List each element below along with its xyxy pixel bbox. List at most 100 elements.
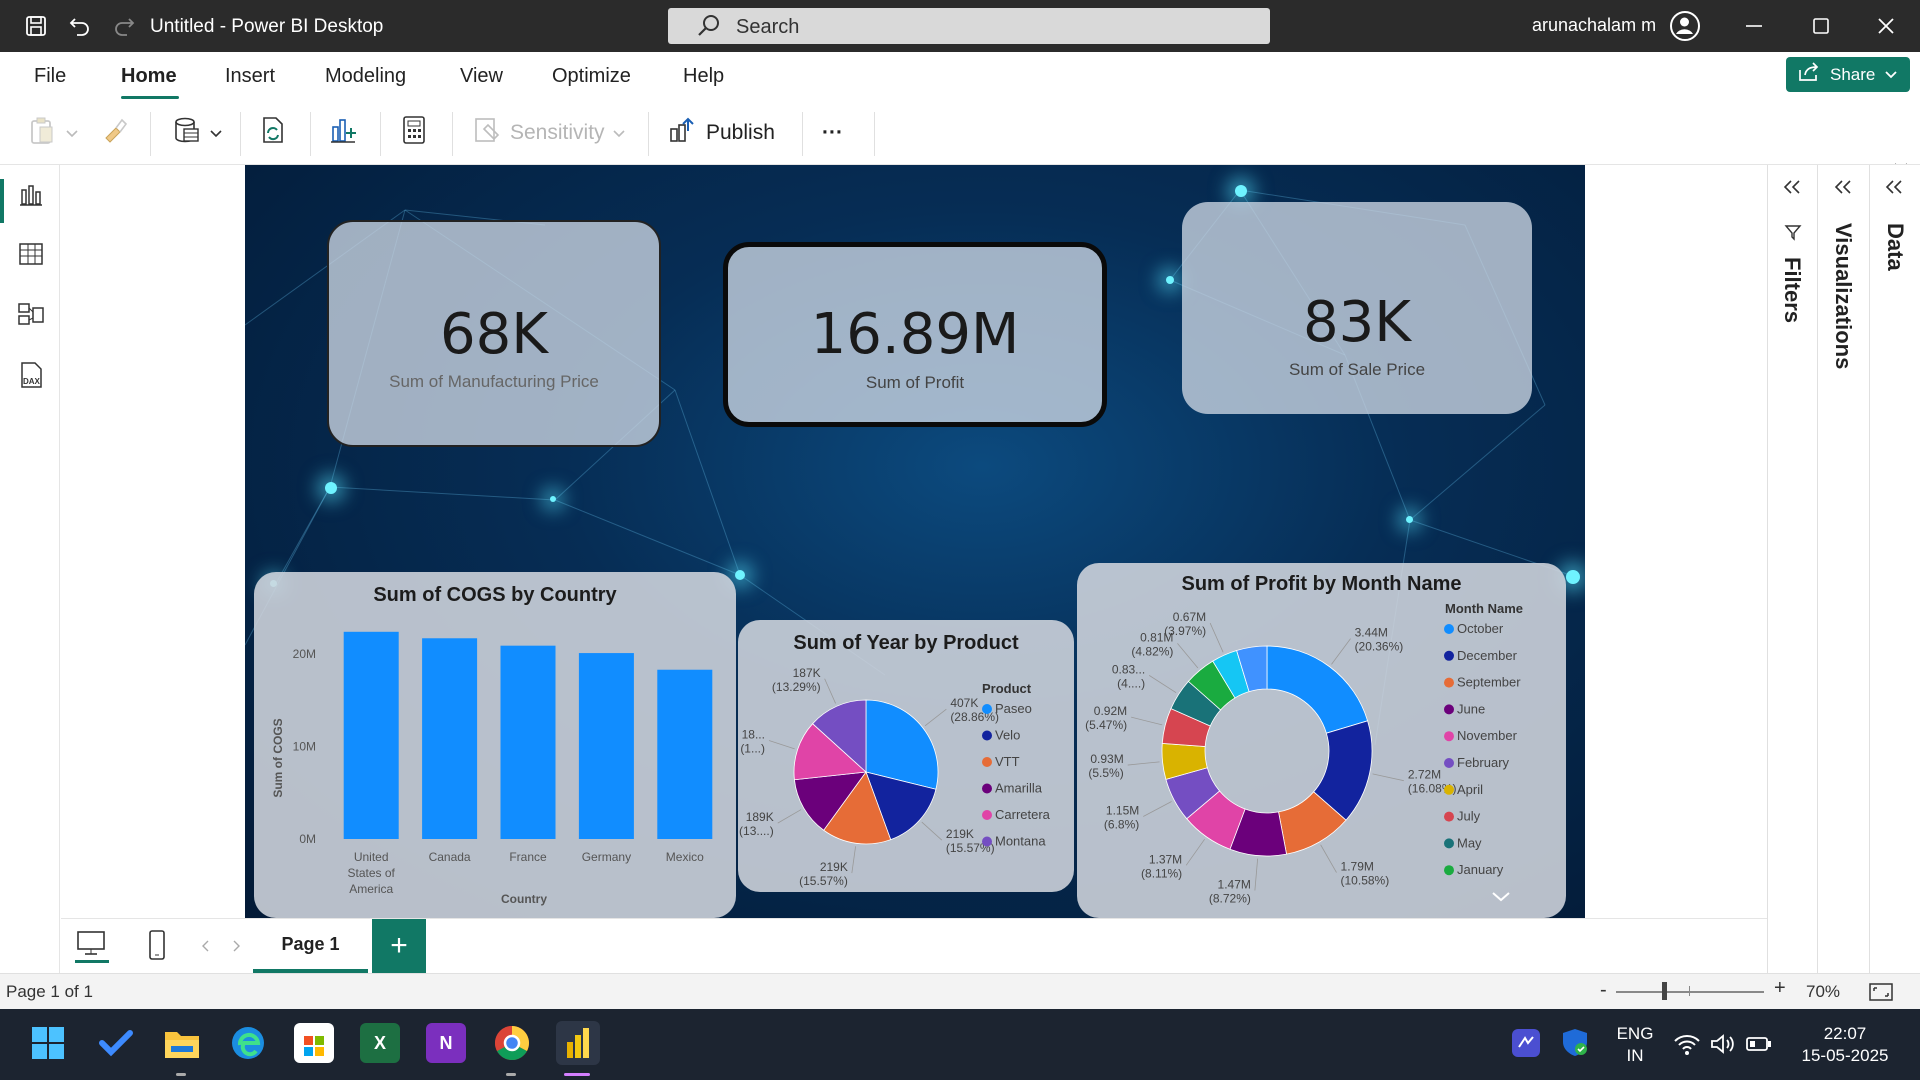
page-next-icon[interactable] — [231, 939, 241, 958]
leader-line — [851, 846, 856, 874]
new-measure-button[interactable] — [400, 114, 428, 152]
donut-chart-visual[interactable]: Sum of Profit by Month Name 3.44M (20.36%… — [1077, 563, 1566, 918]
tab-modeling[interactable]: Modeling — [325, 65, 406, 88]
mobile-layout-icon[interactable] — [147, 929, 167, 966]
window-title: Untitled - Power BI Desktop — [150, 16, 384, 37]
expand-icon[interactable] — [1884, 179, 1904, 200]
leader-line — [777, 809, 802, 824]
leader-line — [768, 740, 795, 750]
teams-tray-icon[interactable] — [1512, 1029, 1540, 1057]
filters-pane[interactable]: Filters — [1767, 165, 1817, 973]
data-label: 1.79M (10.58%) — [1341, 860, 1390, 888]
wifi-icon[interactable] — [1672, 1029, 1702, 1059]
clock[interactable]: 22:07 15-05-2025 — [1790, 1023, 1900, 1067]
data-pane[interactable]: Data — [1869, 165, 1920, 973]
pie-chart-visual[interactable]: Sum of Year by Product 407K (28.86%) 219K(… — [738, 620, 1074, 892]
legend-marker — [982, 730, 992, 741]
add-page-button[interactable]: + — [372, 919, 426, 973]
tab-help[interactable]: Help — [683, 65, 724, 88]
excel-icon[interactable]: X — [360, 1023, 400, 1063]
user-name[interactable]: arunachalam m — [1532, 15, 1656, 36]
edge-icon[interactable] — [228, 1023, 268, 1063]
legend-marker — [1444, 704, 1454, 715]
maximize-icon[interactable] — [1809, 14, 1833, 38]
powerbi-taskbar-icon[interactable] — [556, 1021, 600, 1065]
redo-icon[interactable] — [110, 12, 138, 40]
close-icon[interactable] — [1874, 14, 1898, 38]
zoom-level[interactable]: 70% — [1806, 982, 1840, 1002]
page-tab-1[interactable]: Page 1 — [253, 919, 368, 973]
tab-optimize[interactable]: Optimize — [552, 65, 631, 88]
sensitivity-button[interactable]: Sensitivity — [472, 114, 625, 152]
legend-item: November — [1457, 728, 1518, 743]
kpi-card-manufacturing-price[interactable]: 68K Sum of Manufacturing Price — [327, 220, 661, 447]
status-bar: Page 1 of 1 - + 70% — [0, 973, 1920, 1009]
language-indicator[interactable]: ENG IN — [1610, 1023, 1660, 1067]
battery-icon[interactable] — [1744, 1029, 1774, 1059]
windows-start-icon[interactable] — [28, 1023, 68, 1063]
volume-icon[interactable] — [1708, 1029, 1738, 1059]
more-options-button[interactable]: ··· — [822, 114, 843, 152]
zoom-in-button[interactable]: + — [1774, 977, 1786, 1000]
tab-view[interactable]: View — [460, 65, 503, 88]
bar — [422, 638, 478, 839]
x-tick-label: France — [509, 850, 547, 864]
expand-icon[interactable] — [1782, 179, 1802, 200]
zoom-slider-thumb[interactable] — [1662, 982, 1667, 1000]
publish-icon — [668, 115, 698, 151]
legend-item: Paseo — [995, 701, 1032, 716]
bar-chart-visual[interactable]: Sum of COGS by Country 0M 10M 20M Sum of CO… — [254, 572, 736, 918]
pie-chart-svg: 407K (28.86%)219K (15.57%)219K (15.57%)189K… — [739, 666, 1051, 888]
refresh-button[interactable] — [258, 114, 288, 152]
legend-marker — [982, 783, 992, 794]
x-axis-title: Country — [501, 892, 547, 906]
kpi-card-profit[interactable]: 16.89M Sum of Profit — [723, 242, 1107, 427]
page-prev-icon[interactable] — [201, 939, 211, 958]
new-visual-button[interactable] — [328, 114, 358, 152]
store-icon[interactable] — [294, 1023, 334, 1063]
title-bar: Untitled - Power BI Desktop Search aruna… — [0, 0, 1920, 52]
share-label: Share — [1830, 64, 1876, 84]
taskbar: X N ENG IN 22:07 15-05-2025 — [0, 1009, 1920, 1080]
legend-item: Velo — [995, 728, 1020, 743]
search-box[interactable]: Search — [668, 8, 1270, 44]
undo-icon[interactable] — [66, 12, 94, 40]
kpi-card-sale-price[interactable]: 83K Sum of Sale Price — [1182, 202, 1532, 414]
zoom-out-button[interactable]: - — [1600, 979, 1607, 1002]
data-label: 0.93M (5.5%) — [1088, 752, 1123, 780]
kpi-value: 68K — [440, 302, 548, 367]
table-view-icon[interactable] — [17, 240, 45, 268]
minimize-icon[interactable] — [1742, 14, 1766, 38]
avatar[interactable] — [1670, 11, 1700, 41]
tab-file[interactable]: File — [34, 65, 66, 88]
fit-to-page-icon[interactable] — [1868, 981, 1894, 1008]
tab-insert[interactable]: Insert — [225, 65, 275, 88]
format-painter-button[interactable] — [100, 114, 128, 152]
legend-marker — [1444, 624, 1454, 634]
desktop-layout-icon[interactable] — [75, 929, 109, 963]
legend-item: April — [1457, 782, 1483, 797]
file-explorer-icon[interactable] — [162, 1023, 202, 1063]
legend-item: Amarilla — [995, 781, 1043, 796]
ribbon: Sensitivity Publish ··· — [0, 104, 1920, 172]
y-tick-label: 0M — [299, 832, 316, 846]
report-view-icon[interactable] — [17, 180, 45, 208]
zoom-slider[interactable] — [1616, 991, 1764, 993]
share-button[interactable]: Share — [1786, 57, 1910, 92]
bar — [500, 645, 556, 839]
visualizations-pane[interactable]: Visualizations — [1817, 165, 1869, 973]
visualizations-label: Visualizations — [1831, 223, 1856, 370]
security-tray-icon[interactable] — [1560, 1027, 1590, 1057]
legend-item: September — [1457, 675, 1521, 690]
tab-home[interactable]: Home — [121, 65, 177, 88]
todo-icon[interactable] — [96, 1023, 136, 1063]
paste-button[interactable] — [28, 114, 78, 152]
expand-icon[interactable] — [1833, 179, 1853, 200]
publish-button[interactable]: Publish — [668, 114, 775, 152]
onenote-icon[interactable]: N — [426, 1023, 466, 1063]
chrome-icon[interactable] — [492, 1023, 532, 1063]
model-view-icon[interactable] — [17, 300, 45, 328]
save-icon[interactable] — [22, 12, 50, 40]
dax-query-icon[interactable]: DAX — [17, 360, 45, 388]
get-data-button[interactable] — [172, 114, 222, 152]
